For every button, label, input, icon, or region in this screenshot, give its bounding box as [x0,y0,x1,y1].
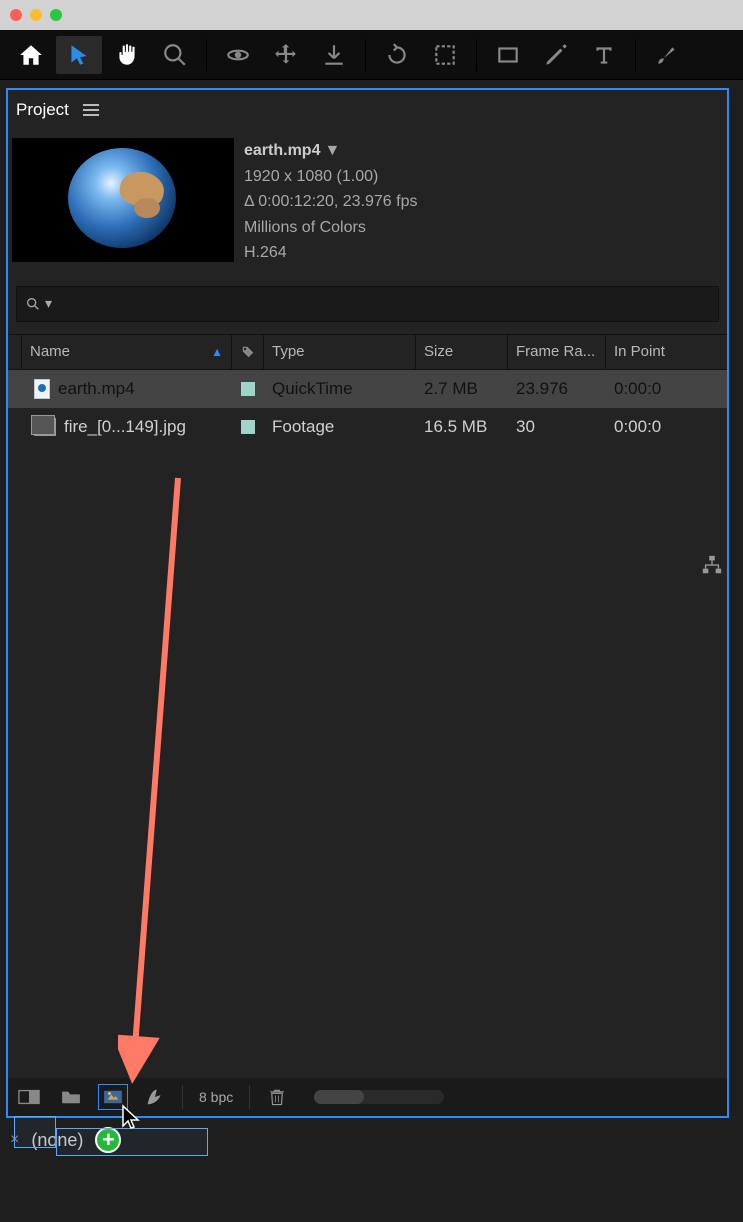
search-input[interactable]: ▾ [16,286,719,322]
download-tool[interactable] [311,36,357,74]
rotation-tool[interactable] [374,36,420,74]
home-button[interactable] [8,36,54,74]
drop-target-outline [56,1128,208,1156]
interpret-footage-button[interactable] [14,1084,44,1110]
frame-rate: 23.976 [508,379,606,399]
file-type: QuickTime [264,379,416,399]
table-row[interactable]: earth.mp4 QuickTime2.7 MB23.9760:00:0 [8,370,727,408]
asset-dimensions: 1920 x 1080 (1.00) [244,164,418,190]
column-size[interactable]: Size [416,335,508,369]
brush-tool[interactable] [644,36,690,74]
label-color-swatch[interactable] [241,420,255,434]
close-window-button[interactable] [10,9,22,21]
rectangle-tool[interactable] [485,36,531,74]
selection-tool[interactable] [56,36,102,74]
column-label[interactable] [232,335,264,369]
file-name: earth.mp4 [58,379,135,399]
search-icon [25,296,41,312]
asset-thumbnail[interactable] [12,138,234,262]
maximize-window-button[interactable] [50,9,62,21]
asset-colors: Millions of Colors [244,215,418,241]
file-size: 2.7 MB [416,379,508,399]
mask-tool[interactable] [422,36,468,74]
type-tool[interactable] [581,36,627,74]
delete-button[interactable] [262,1084,292,1110]
search-dropdown-icon[interactable]: ▾ [45,295,52,312]
panel-menu-icon[interactable] [83,104,99,116]
pen-tool[interactable] [533,36,579,74]
chevron-down-icon[interactable]: ▼ [324,138,340,164]
in-point: 0:00:0 [606,379,727,399]
thumbnail-size-slider[interactable] [314,1090,444,1104]
asset-codec: H.264 [244,240,418,266]
project-panel-footer: 8 bpc [8,1078,727,1116]
asset-filename[interactable]: earth.mp4 [244,142,320,159]
column-type[interactable]: Type [264,335,416,369]
main-toolbar [0,30,743,80]
hand-tool[interactable] [104,36,150,74]
column-name[interactable]: Name▲ [22,335,232,369]
drop-target-outline [14,1116,56,1148]
flowchart-icon[interactable] [701,554,723,576]
file-size: 16.5 MB [416,417,508,437]
asset-preview: earth.mp4▼ 1920 x 1080 (1.00) Δ 0:00:12:… [8,134,727,284]
panel-title[interactable]: Project [16,100,69,120]
asset-metadata: earth.mp4▼ 1920 x 1080 (1.00) Δ 0:00:12:… [244,138,418,266]
file-name: fire_[0...149].jpg [64,417,186,437]
table-row[interactable]: fire_[0...149].jpg Footage16.5 MB300:00:0 [8,408,727,446]
sort-asc-icon: ▲ [211,345,223,359]
project-panel: Project earth.mp4▼ 1920 x 1080 (1.00) Δ … [6,88,729,1118]
label-color-swatch[interactable] [241,382,255,396]
minimize-window-button[interactable] [30,9,42,21]
new-folder-button[interactable] [56,1084,86,1110]
color-depth-button[interactable]: 8 bpc [199,1089,233,1105]
asset-duration: Δ 0:00:12:20, 23.976 fps [244,189,418,215]
in-point: 0:00:0 [606,417,727,437]
video-file-icon [34,379,50,399]
column-frame-rate[interactable]: Frame Ra... [508,335,606,369]
image-sequence-icon [34,418,56,436]
pan-behind-tool[interactable] [263,36,309,74]
tag-icon [241,345,255,359]
adjustment-layer-button[interactable] [140,1084,170,1110]
frame-rate: 30 [508,417,606,437]
project-table-header: Name▲ Type Size Frame Ra... In Point [8,334,727,370]
new-composition-button[interactable] [98,1084,128,1110]
file-type: Footage [264,417,416,437]
zoom-tool[interactable] [152,36,198,74]
column-in-point[interactable]: In Point [606,335,727,369]
window-titlebar [0,0,743,30]
orbit-tool[interactable] [215,36,261,74]
